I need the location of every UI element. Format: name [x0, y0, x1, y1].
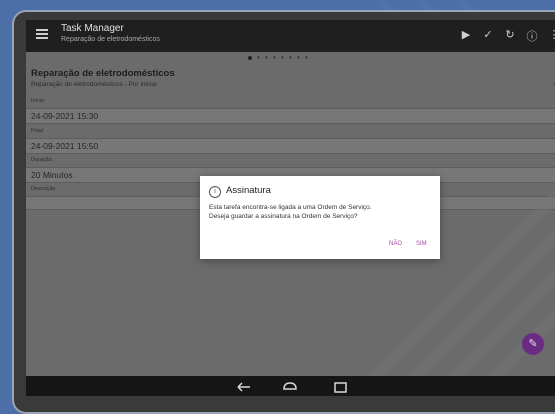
dialog-title: Assinatura: [226, 185, 271, 196]
dialog-message-2: Deseja guardar a assinatura na Ordem de …: [209, 213, 358, 220]
no-button[interactable]: NÃO: [389, 241, 402, 247]
edit-icon: ✎: [528, 338, 538, 350]
edit-fab[interactable]: ✎: [522, 333, 544, 355]
home-icon: [283, 382, 297, 390]
recents-icon: [334, 382, 347, 393]
signature-dialog: i Assinatura Esta tarefa encontra-se lig…: [200, 176, 440, 259]
back-icon: [237, 382, 250, 392]
app-screen: Task Manager Reparação de eletrodoméstic…: [26, 20, 555, 396]
yes-button[interactable]: SIM: [416, 241, 427, 247]
android-nav-bar: [26, 376, 555, 396]
dialog-message-1: Esta tarefa encontra-se ligada a uma Ord…: [209, 204, 372, 211]
info-icon: i: [209, 186, 221, 198]
